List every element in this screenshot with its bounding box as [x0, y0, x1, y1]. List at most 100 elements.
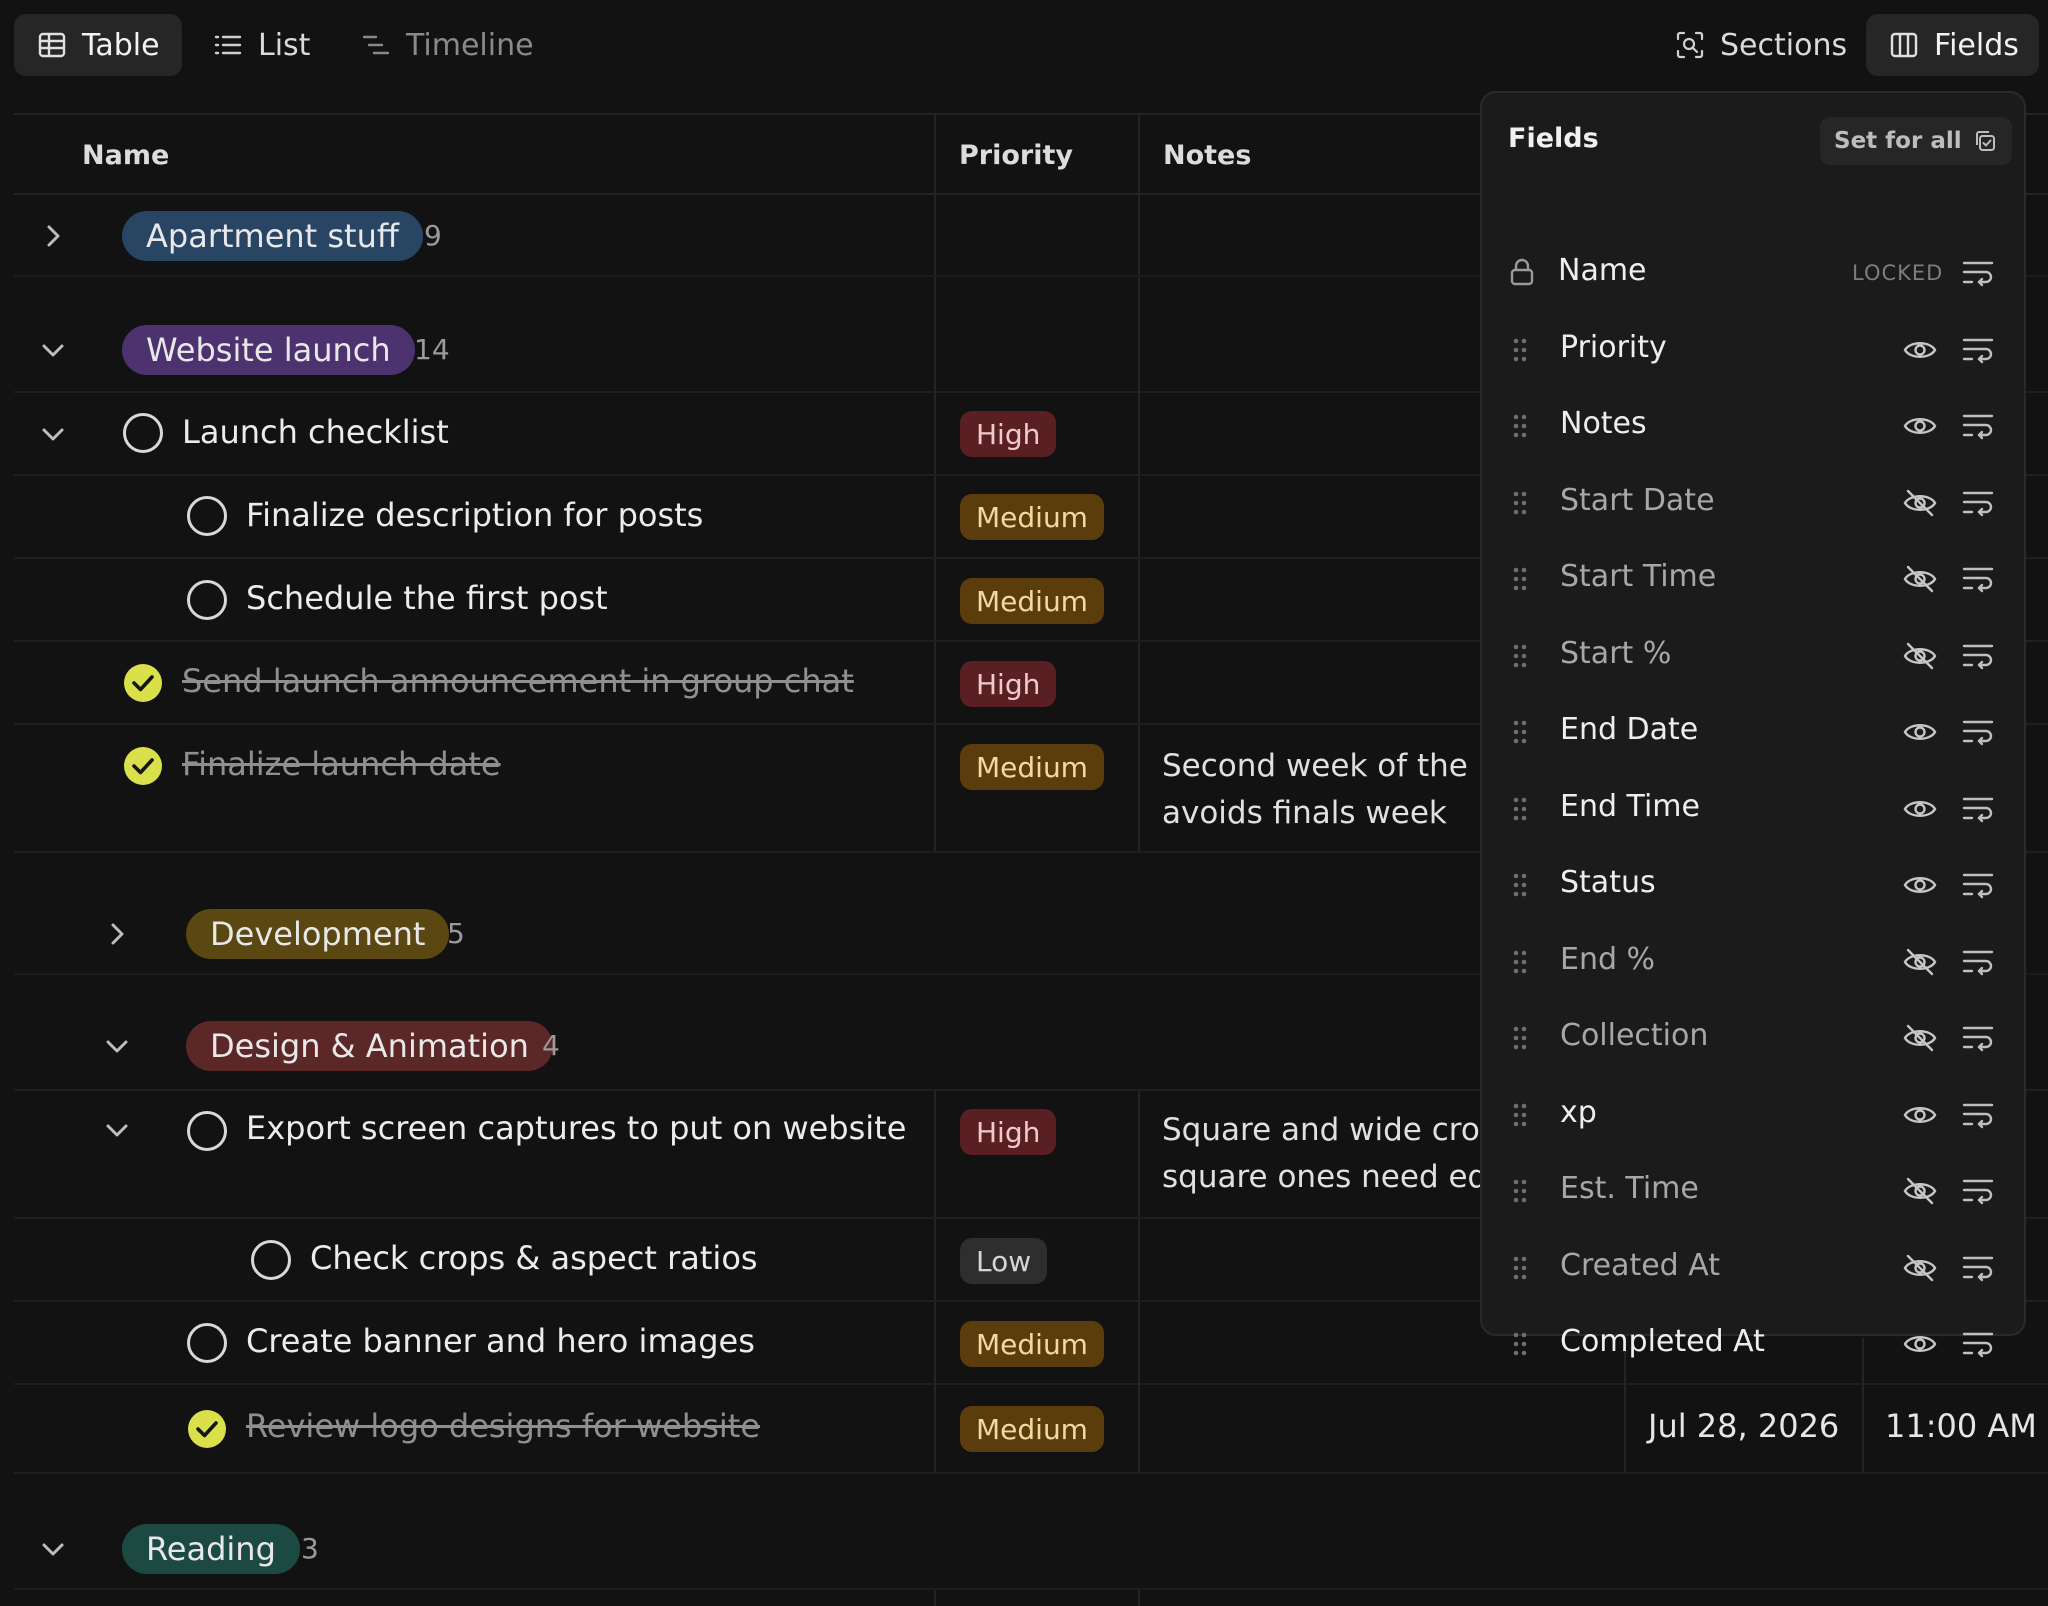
chevron-down-icon[interactable]	[100, 1113, 134, 1147]
end-time-cell[interactable]: 11:00 AM	[1885, 1407, 2037, 1445]
task-name[interactable]: Create banner and hero images	[246, 1322, 755, 1360]
task-name[interactable]: Send launch announcement in group chat	[182, 662, 854, 700]
tab-table[interactable]: Table	[14, 14, 182, 76]
field-row-start[interactable]: Start %	[1482, 618, 2028, 694]
checked-circle-icon[interactable]	[123, 746, 163, 786]
priority-badge[interactable]: Medium	[960, 578, 1104, 624]
drag-handle-icon[interactable]	[1512, 796, 1528, 822]
chevron-down-icon[interactable]	[36, 333, 70, 367]
field-row-start-time[interactable]: Start Time	[1482, 541, 2028, 617]
eye-off-icon[interactable]	[1902, 638, 1938, 674]
eye-off-icon[interactable]	[1902, 1020, 1938, 1056]
field-row-status[interactable]: Status	[1482, 847, 2028, 923]
text-wrap-icon[interactable]	[1960, 561, 1996, 597]
field-row-priority[interactable]: Priority	[1482, 312, 2028, 388]
priority-badge[interactable]: Medium	[960, 1321, 1104, 1367]
text-wrap-icon[interactable]	[1960, 485, 1996, 521]
drag-handle-icon[interactable]	[1512, 872, 1528, 898]
eye-icon[interactable]	[1902, 332, 1938, 368]
drag-handle-icon[interactable]	[1512, 490, 1528, 516]
priority-badge[interactable]: Medium	[960, 744, 1104, 790]
task-checkbox[interactable]	[187, 1111, 227, 1151]
field-row-start-date[interactable]: Start Date	[1482, 465, 2028, 541]
drag-handle-icon[interactable]	[1512, 719, 1528, 745]
drag-handle-icon[interactable]	[1512, 413, 1528, 439]
column-header-name[interactable]: Name	[82, 115, 169, 195]
tab-list[interactable]: List	[190, 14, 332, 76]
task-checkbox[interactable]	[187, 496, 227, 536]
field-row-est-time[interactable]: Est. Time	[1482, 1153, 2028, 1229]
drag-handle-icon[interactable]	[1512, 643, 1528, 669]
task-name[interactable]: Review logo designs for website	[246, 1407, 760, 1445]
task-checkbox[interactable]	[251, 1240, 291, 1280]
drag-handle-icon[interactable]	[1512, 1331, 1528, 1357]
priority-badge[interactable]: High	[960, 661, 1057, 707]
priority-badge[interactable]: Medium	[960, 1406, 1104, 1452]
field-row-collection[interactable]: Collection	[1482, 1000, 2028, 1076]
text-wrap-icon[interactable]	[1960, 791, 1996, 827]
eye-icon[interactable]	[1902, 1326, 1938, 1362]
priority-badge[interactable]: Low	[960, 1238, 1048, 1284]
drag-handle-icon[interactable]	[1512, 1255, 1528, 1281]
notes-cell[interactable]: Square and wide crop square ones need ed…	[1162, 1107, 1492, 1201]
text-wrap-icon[interactable]	[1960, 1250, 1996, 1286]
drag-handle-icon[interactable]	[1512, 1102, 1528, 1128]
chevron-down-icon[interactable]	[36, 417, 70, 451]
drag-handle-icon[interactable]	[1512, 1178, 1528, 1204]
drag-handle-icon[interactable]	[1512, 1025, 1528, 1051]
eye-icon[interactable]	[1902, 1097, 1938, 1133]
text-wrap-icon[interactable]	[1960, 332, 1996, 368]
checked-circle-icon[interactable]	[187, 1409, 227, 1449]
chevron-right-icon[interactable]	[36, 219, 70, 253]
drag-handle-icon[interactable]	[1512, 566, 1528, 592]
text-wrap-icon[interactable]	[1960, 408, 1996, 444]
end-date-cell[interactable]: Jul 28, 2026	[1648, 1407, 1839, 1445]
text-wrap-icon[interactable]	[1960, 1326, 1996, 1362]
task-name[interactable]: Launch checklist	[182, 413, 449, 451]
eye-off-icon[interactable]	[1902, 1250, 1938, 1286]
chevron-right-icon[interactable]	[100, 917, 134, 951]
chevron-down-icon[interactable]	[36, 1532, 70, 1566]
column-header-priority[interactable]: Priority	[959, 115, 1073, 195]
chevron-down-icon[interactable]	[100, 1029, 134, 1063]
eye-icon[interactable]	[1902, 408, 1938, 444]
task-name[interactable]: Export screen captures to put on website	[246, 1109, 906, 1147]
eye-off-icon[interactable]	[1902, 561, 1938, 597]
checked-circle-icon[interactable]	[123, 663, 163, 703]
text-wrap-icon[interactable]	[1960, 1173, 1996, 1209]
eye-off-icon[interactable]	[1902, 1173, 1938, 1209]
priority-badge[interactable]: Medium	[960, 494, 1104, 540]
field-row-completed-at[interactable]: Completed At	[1482, 1306, 2028, 1382]
eye-icon[interactable]	[1902, 867, 1938, 903]
field-row-name[interactable]: Name LOCKED	[1482, 235, 2028, 311]
text-wrap-icon[interactable]	[1960, 714, 1996, 750]
table-row[interactable]: Review logo designs for website Medium J…	[14, 1385, 2048, 1474]
fields-button[interactable]: Fields	[1866, 14, 2039, 76]
field-row-notes[interactable]: Notes	[1482, 388, 2028, 464]
task-name[interactable]: Finalize launch date	[182, 745, 501, 783]
task-checkbox[interactable]	[187, 1323, 227, 1363]
eye-off-icon[interactable]	[1902, 944, 1938, 980]
task-name[interactable]: Check crops & aspect ratios	[310, 1239, 758, 1277]
group-row-reading[interactable]: Reading 3	[14, 1474, 2048, 1590]
field-row-end-date[interactable]: End Date	[1482, 694, 2028, 770]
task-name[interactable]: Finalize description for posts	[246, 496, 703, 534]
text-wrap-icon[interactable]	[1960, 1020, 1996, 1056]
eye-icon[interactable]	[1902, 714, 1938, 750]
text-wrap-icon[interactable]	[1960, 944, 1996, 980]
field-row-created-at[interactable]: Created At	[1482, 1230, 2028, 1306]
column-header-notes[interactable]: Notes	[1163, 115, 1251, 195]
notes-cell[interactable]: Second week of the n avoids finals week	[1162, 743, 1492, 837]
drag-handle-icon[interactable]	[1512, 337, 1528, 363]
priority-badge[interactable]: High	[960, 1109, 1057, 1155]
field-row-end-time[interactable]: End Time	[1482, 771, 2028, 847]
text-wrap-icon[interactable]	[1960, 255, 1996, 291]
task-checkbox[interactable]	[187, 580, 227, 620]
set-for-all-button[interactable]: Set for all	[1820, 117, 2012, 165]
priority-badge[interactable]: High	[960, 411, 1057, 457]
text-wrap-icon[interactable]	[1960, 867, 1996, 903]
text-wrap-icon[interactable]	[1960, 638, 1996, 674]
task-checkbox[interactable]	[123, 413, 163, 453]
task-name[interactable]: Schedule the first post	[246, 579, 608, 617]
eye-icon[interactable]	[1902, 791, 1938, 827]
